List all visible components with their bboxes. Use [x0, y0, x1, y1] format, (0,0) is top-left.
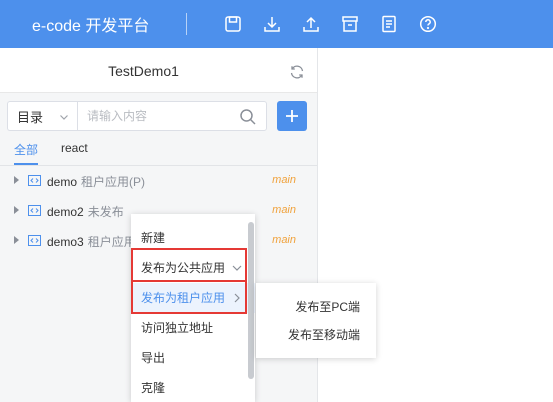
plus-icon: [286, 110, 298, 122]
branch-label: main: [272, 234, 296, 246]
menu-item-label: 发布为公共应用: [141, 261, 226, 275]
code-file-icon: [28, 205, 41, 216]
search-input[interactable]: [87, 109, 237, 123]
app-list-item[interactable]: demo 租户应用(P) main: [0, 166, 317, 196]
top-navigation-bar: e-code 开发平台: [0, 0, 553, 48]
caret-right-icon[interactable]: [14, 206, 20, 214]
download-icon[interactable]: [262, 14, 282, 34]
caret-right-icon[interactable]: [14, 236, 20, 244]
app-name: demo2 未发布: [47, 205, 124, 219]
context-menu: 新建 发布为公共应用 发布为租户应用 访问独立地址 导出 克隆: [131, 214, 255, 402]
tab-all[interactable]: 全部: [14, 141, 38, 158]
app-status: 租户应用: [87, 235, 136, 249]
scope-select[interactable]: 目录: [7, 101, 77, 131]
search-box: [77, 101, 267, 131]
app-name: demo3 租户应用: [47, 235, 136, 249]
header-divider: [186, 13, 187, 35]
scope-select-value: 目录: [17, 109, 44, 125]
brand-title: e-code 开发平台: [32, 18, 150, 35]
refresh-icon[interactable]: [289, 64, 305, 80]
menu-item-new[interactable]: 新建: [131, 223, 255, 253]
app-name: demo 租户应用(P): [47, 175, 146, 189]
branch-label: main: [272, 174, 296, 186]
app-status: 未发布: [87, 205, 124, 219]
tab-react[interactable]: react: [61, 141, 88, 155]
add-button[interactable]: [277, 101, 307, 131]
code-file-icon: [28, 235, 41, 246]
project-title: TestDemo1: [108, 63, 179, 79]
active-tab-indicator: [14, 163, 38, 165]
chevron-down-icon: [232, 265, 242, 271]
chevron-right-icon: [234, 293, 240, 303]
menu-item-clone[interactable]: 克隆: [131, 373, 255, 402]
branch-label: main: [272, 204, 296, 216]
project-header: TestDemo1: [0, 48, 317, 93]
chevron-down-icon: [60, 115, 68, 120]
document-icon[interactable]: [379, 14, 399, 34]
help-icon[interactable]: [418, 14, 438, 34]
store-icon[interactable]: [340, 14, 360, 34]
submenu-item-publish-mobile[interactable]: 发布至移动端: [256, 320, 376, 350]
menu-item-label: 发布为租户应用: [141, 291, 226, 305]
upload-icon[interactable]: [301, 14, 321, 34]
menu-item-publish-tenant[interactable]: 发布为租户应用: [131, 283, 255, 313]
menu-item-visit-address[interactable]: 访问独立地址: [131, 313, 255, 343]
caret-right-icon[interactable]: [14, 176, 20, 184]
publish-submenu: 发布至PC端 发布至移动端: [256, 283, 376, 358]
filter-tabs: 全部 react: [0, 138, 317, 166]
code-file-icon: [28, 175, 41, 186]
menu-item-publish-public[interactable]: 发布为公共应用: [131, 253, 255, 283]
menu-item-export[interactable]: 导出: [131, 343, 255, 373]
submenu-item-publish-pc[interactable]: 发布至PC端: [256, 292, 376, 322]
menu-scrollbar[interactable]: [248, 222, 254, 379]
save-icon[interactable]: [223, 14, 243, 34]
search-icon[interactable]: [239, 108, 257, 126]
app-status: 租户应用(P): [81, 175, 146, 189]
